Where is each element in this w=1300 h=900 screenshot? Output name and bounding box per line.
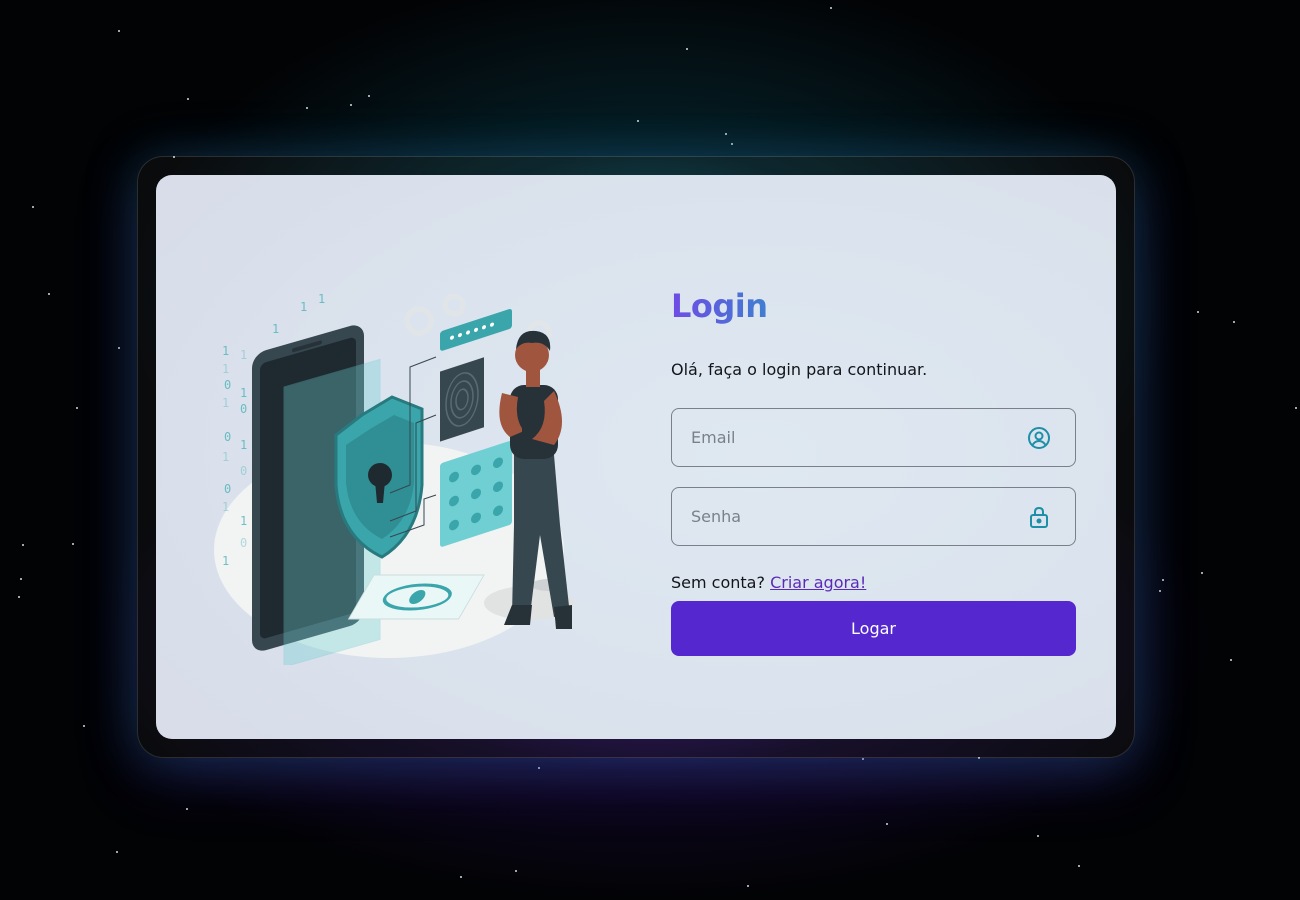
svg-text:1: 1 — [222, 554, 229, 568]
svg-text:1: 1 — [222, 450, 229, 464]
star — [350, 104, 352, 106]
star — [1037, 835, 1039, 837]
star — [20, 578, 22, 580]
star — [1159, 590, 1161, 592]
star — [48, 293, 50, 295]
email-input[interactable] — [672, 409, 1075, 466]
login-subtitle: Olá, faça o login para continuar. — [671, 360, 928, 379]
star — [637, 120, 639, 122]
no-account-text: Sem conta? — [671, 573, 765, 592]
star — [515, 870, 517, 872]
svg-text:1: 1 — [318, 292, 325, 306]
star — [725, 133, 727, 135]
login-button[interactable]: Logar — [671, 601, 1076, 656]
star — [538, 767, 540, 769]
star — [862, 758, 864, 760]
svg-text:0: 0 — [224, 482, 231, 496]
star — [1078, 865, 1080, 867]
page-title: Login — [671, 287, 768, 325]
svg-text:0: 0 — [240, 464, 247, 478]
star — [686, 48, 688, 50]
login-form: Login Olá, faça o login para continuar. … — [671, 175, 1076, 739]
svg-text:0: 0 — [240, 536, 247, 550]
svg-text:1: 1 — [222, 362, 229, 376]
svg-text:1: 1 — [240, 386, 247, 400]
svg-text:1: 1 — [222, 396, 229, 410]
star — [32, 206, 34, 208]
svg-text:0: 0 — [224, 378, 231, 392]
svg-text:1: 1 — [240, 514, 247, 528]
svg-text:1: 1 — [300, 300, 307, 314]
star — [460, 876, 462, 878]
lock-icon — [1030, 506, 1048, 528]
star — [1197, 311, 1199, 313]
star — [22, 544, 24, 546]
svg-text:1: 1 — [240, 348, 247, 362]
star — [1295, 407, 1297, 409]
star — [1201, 572, 1203, 574]
star — [886, 823, 888, 825]
svg-text:1: 1 — [222, 500, 229, 514]
star — [118, 30, 120, 32]
star — [116, 851, 118, 853]
star — [118, 347, 120, 349]
star — [368, 95, 370, 97]
star — [1233, 321, 1235, 323]
login-card: 110 101 011 110 101 0 111 Login Olá, faç… — [156, 175, 1116, 739]
star — [187, 98, 189, 100]
star — [186, 808, 188, 810]
svg-text:0: 0 — [224, 430, 231, 444]
user-circle-icon — [1028, 427, 1050, 449]
password-field-container — [671, 487, 1076, 546]
star — [18, 596, 20, 598]
star — [83, 725, 85, 727]
star — [1162, 579, 1164, 581]
password-input[interactable] — [672, 488, 1075, 545]
svg-text:1: 1 — [222, 344, 229, 358]
star — [1230, 659, 1232, 661]
star — [306, 107, 308, 109]
signup-prompt: Sem conta? Criar agora! — [671, 573, 866, 592]
star — [76, 407, 78, 409]
star — [830, 7, 832, 9]
svg-text:1: 1 — [272, 322, 279, 336]
create-account-link[interactable]: Criar agora! — [770, 573, 866, 592]
star — [731, 143, 733, 145]
star — [747, 885, 749, 887]
security-illustration: 110 101 011 110 101 0 111 — [214, 292, 574, 665]
email-field-container — [671, 408, 1076, 467]
star — [72, 543, 74, 545]
svg-text:0: 0 — [240, 402, 247, 416]
svg-text:1: 1 — [240, 438, 247, 452]
